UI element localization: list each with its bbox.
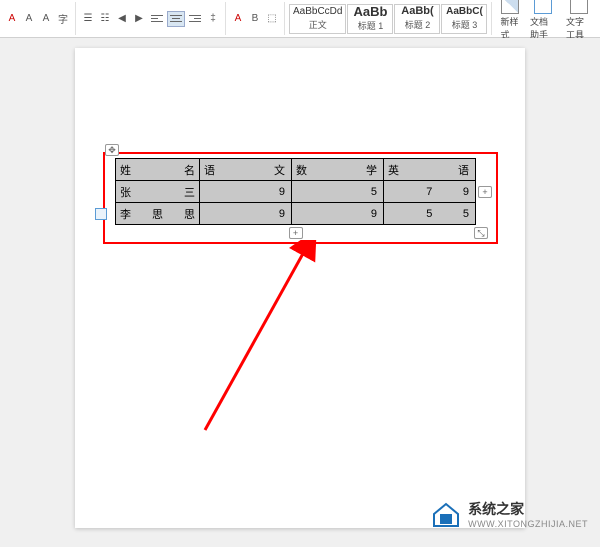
cell-score[interactable]: 9 <box>200 181 292 203</box>
doc-helper-tool[interactable]: 文档助手 <box>526 0 560 41</box>
indent-inc-btn[interactable]: ▶ <box>131 11 147 27</box>
page[interactable]: ✥ 姓名 语文 数学 英语 张三 9 5 7 9 李思思 9 <box>75 48 525 528</box>
font-a1-btn[interactable]: A <box>230 11 246 27</box>
char-border-btn[interactable]: 字 <box>55 11 71 27</box>
cell-score[interactable]: 7 9 <box>384 181 476 203</box>
header-english[interactable]: 英语 <box>384 159 476 181</box>
new-style-tool[interactable]: 新样式 <box>496 0 524 41</box>
header-math[interactable]: 数学 <box>292 159 384 181</box>
watermark: 系统之家 WWW.XITONGZHIJIA.NET <box>430 499 588 529</box>
style-heading3[interactable]: AaBbC( 标题 3 <box>441 4 487 34</box>
watermark-title: 系统之家 <box>468 499 588 519</box>
align-left-btn[interactable] <box>148 11 166 27</box>
text-tool[interactable]: 文字工具 <box>562 0 596 41</box>
table-resize-handle[interactable]: ⤡ <box>474 227 488 239</box>
table-container: ✥ 姓名 语文 数学 英语 张三 9 5 7 9 李思思 9 <box>115 158 476 225</box>
numbering-btn[interactable]: ☷ <box>97 11 113 27</box>
table-add-col-handle[interactable]: + <box>478 186 492 198</box>
cell-name[interactable]: 张三 <box>116 181 200 203</box>
text-tool-icon <box>570 0 588 14</box>
font-color-btn[interactable]: A <box>4 11 20 27</box>
highlight-btn[interactable]: A <box>21 11 37 27</box>
document-area: ✥ 姓名 语文 数学 英语 张三 9 5 7 9 李思思 9 <box>0 38 600 547</box>
font-format-group: A A A 字 <box>4 2 76 35</box>
table-header-row[interactable]: 姓名 语文 数学 英语 <box>116 159 476 181</box>
align-right-btn[interactable] <box>186 11 204 27</box>
ribbon-toolbar: A A A 字 ☰ ☷ ◀ ▶ ‡ A B ⬚ AaBbCcDd 正文 AaBb… <box>0 0 600 38</box>
style-heading2[interactable]: AaBb( 标题 2 <box>394 4 440 34</box>
cell-score[interactable]: 5 5 <box>384 203 476 225</box>
cell-score[interactable]: 5 <box>292 181 384 203</box>
table-row[interactable]: 李思思 9 9 5 5 <box>116 203 476 225</box>
table-add-row-handle[interactable]: + <box>289 227 303 239</box>
font-style-group: A B ⬚ <box>230 2 285 35</box>
score-table[interactable]: 姓名 语文 数学 英语 张三 9 5 7 9 李思思 9 9 5 5 <box>115 158 476 225</box>
doc-helper-icon <box>534 0 552 14</box>
header-chinese[interactable]: 语文 <box>200 159 292 181</box>
paragraph-marker[interactable] <box>95 208 107 220</box>
line-spacing-btn[interactable]: ‡ <box>205 11 221 27</box>
paragraph-group: ☰ ☷ ◀ ▶ ‡ <box>80 2 226 35</box>
styles-gallery: AaBbCcDd 正文 AaBb 标题 1 AaBb( 标题 2 AaBbC( … <box>289 2 492 35</box>
align-center-btn[interactable] <box>167 11 185 27</box>
cell-score[interactable]: 9 <box>292 203 384 225</box>
shading-btn[interactable]: ⬚ <box>264 11 280 27</box>
style-normal[interactable]: AaBbCcDd 正文 <box>289 4 346 34</box>
table-row[interactable]: 张三 9 5 7 9 <box>116 181 476 203</box>
cell-name[interactable]: 李思思 <box>116 203 200 225</box>
cell-score[interactable]: 9 <box>200 203 292 225</box>
watermark-url: WWW.XITONGZHIJIA.NET <box>468 519 588 529</box>
watermark-logo-icon <box>430 500 462 528</box>
font-a2-btn[interactable]: B <box>247 11 263 27</box>
new-style-icon <box>501 0 519 14</box>
annotation-arrow <box>195 240 355 440</box>
table-move-handle[interactable]: ✥ <box>105 144 119 156</box>
bullets-btn[interactable]: ☰ <box>80 11 96 27</box>
style-heading1[interactable]: AaBb 标题 1 <box>347 4 393 34</box>
header-name[interactable]: 姓名 <box>116 159 200 181</box>
format-a-btn[interactable]: A <box>38 11 54 27</box>
indent-dec-btn[interactable]: ◀ <box>114 11 130 27</box>
